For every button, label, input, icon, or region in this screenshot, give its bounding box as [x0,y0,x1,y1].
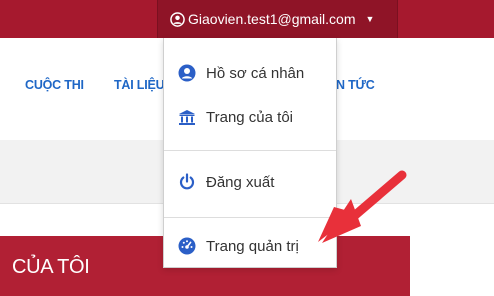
annotation-arrow [318,170,407,243]
